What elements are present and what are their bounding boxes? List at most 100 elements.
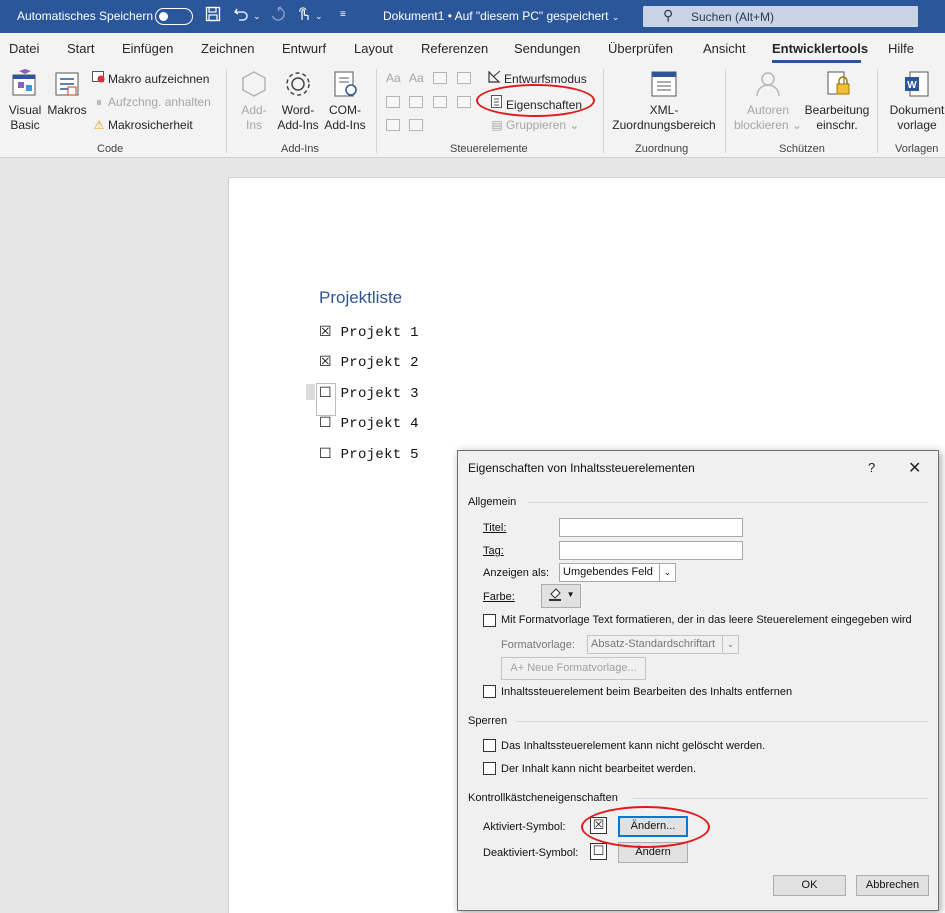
block-authors-icon [753,69,783,99]
macro-security-button[interactable]: ⚠ Makrosicherheit [92,118,193,132]
com-addins-icon [330,69,360,99]
titel-input[interactable] [559,518,743,537]
tab-entwurf[interactable]: Entwurf [282,41,326,56]
autosave-toggle[interactable] [155,8,193,25]
formatvorlage-checkbox[interactable] [483,614,496,627]
list-item-label: Projekt 5 [340,447,419,463]
formatvorlage-label: Formatvorlage: [501,639,575,651]
help-button[interactable]: ? [868,460,875,475]
group-label-vorlagen: Vorlagen [895,143,939,155]
ok-button[interactable]: OK [773,875,846,896]
document-template-button[interactable]: W Dokument vorlage [884,69,945,133]
anzeigen-als-label: Anzeigen als: [483,567,550,579]
warning-icon: ⚠ [93,118,105,132]
tab-einfuegen[interactable]: Einfügen [122,41,173,56]
legacy-tools-icon[interactable] [409,119,423,131]
anzeigen-als-select[interactable]: Umgebendes Feld ⌄ [559,563,676,582]
neue-formatvorlage-button: A+ Neue Formatvorlage... [501,657,646,680]
unchecked-symbol-preview: ☐ [590,843,607,860]
ribbon: Visual Basic Makros Makro aufzeichnen ⏸ A… [0,63,945,158]
save-icon[interactable] [205,6,221,26]
document-title[interactable]: Dokument1 • Auf "diesem PC" gespeichert … [383,9,619,23]
undo-dropdown-icon[interactable]: ⌄ [253,11,261,22]
checkbox-symbol[interactable]: ☐ [319,416,332,432]
formatvorlage-checkbox-label: Mit Formatvorlage Text formatieren, der … [501,614,912,626]
pause-recording-label: Aufzchng. anhalten [108,95,211,109]
word-addins-label-2: Add-Ins [277,118,319,132]
picture-control-icon[interactable] [433,72,447,84]
macro-security-label: Makrosicherheit [108,118,193,132]
tab-entwicklertools[interactable]: Entwicklertools [772,41,868,56]
list-item: ☐ Projekt 5 [319,446,419,463]
tag-input[interactable] [559,541,743,560]
checkbox-control-icon[interactable] [386,96,400,108]
xml-label-2: Zuordnungsbereich [612,118,716,132]
checkbox-symbol[interactable]: ☒ [319,355,332,371]
checkbox-symbol[interactable]: ☒ [319,325,332,341]
tab-datei[interactable]: Datei [9,41,39,56]
plain-text-control-icon[interactable]: Aa [409,71,424,85]
document-heading[interactable]: Projektliste [319,288,402,308]
group-separator [603,69,604,153]
word-addins-button[interactable]: Word- Add-Ins [276,69,320,133]
checkbox-symbol[interactable]: ☐ [319,386,332,402]
tab-ueberpruefen[interactable]: Überprüfen [608,41,673,56]
not-editable-checkbox[interactable] [483,762,496,775]
entfernen-checkbox[interactable] [483,685,496,698]
not-editable-label: Der Inhalt kann nicht bearbeitet werden. [501,763,697,775]
document-title-text: Dokument1 • Auf "diesem PC" gespeichert [383,9,609,23]
content-control-handle[interactable] [306,384,315,400]
tab-zeichnen[interactable]: Zeichnen [201,41,254,56]
block-authors-label-2: blockieren [733,118,789,132]
tab-hilfe[interactable]: Hilfe [888,41,914,56]
xml-mapping-button[interactable]: XML- Zuordnungsbereich [610,69,718,133]
toggle-knob [159,11,168,21]
tab-start[interactable]: Start [67,41,94,56]
deaktiviert-label: Deaktiviert-Symbol: [483,847,579,859]
repeating-section-control-icon[interactable] [386,119,400,131]
add-ins-label-2: Ins [245,118,262,132]
not-deletable-checkbox[interactable] [483,739,496,752]
rich-text-control-icon[interactable]: Aa [386,71,401,85]
com-addins-button[interactable]: COM- Add-Ins [322,69,368,133]
group-label-zuordnung: Zuordnung [635,143,689,155]
makros-button[interactable]: Makros [46,69,88,118]
color-picker-button[interactable]: ▼ [541,584,581,608]
tab-sendungen[interactable]: Sendungen [514,41,581,56]
color-dropdown-icon: ▼ [566,590,575,599]
undo-icon[interactable] [233,6,249,26]
search-box[interactable]: ⚲ Suchen (Alt+M) [643,6,918,27]
chevron-down-icon: ⌄ [659,564,675,581]
redo-icon[interactable] [270,6,286,26]
building-block-control-icon[interactable] [457,72,471,84]
record-macro-button[interactable]: Makro aufzeichnen [92,71,209,86]
checkbox-symbol[interactable]: ☐ [319,447,332,463]
list-item: ☐ Projekt 4 [319,415,419,432]
tab-layout[interactable]: Layout [354,41,393,56]
add-ins-button: Add- Ins [236,69,272,133]
visual-basic-button[interactable]: Visual Basic [4,69,46,133]
pause-recording-button: ⏸ Aufzchng. anhalten [92,95,211,110]
aktiviert-label: Aktiviert-Symbol: [483,821,566,833]
touch-mode-icon[interactable] [296,6,312,26]
close-icon[interactable]: ✕ [908,458,921,478]
doc-title-chevron-icon: ⌄ [611,12,620,22]
touch-dropdown-icon[interactable]: ⌄ [315,11,323,22]
tab-ansicht[interactable]: Ansicht [703,41,746,56]
date-picker-control-icon[interactable] [457,96,471,108]
section-divider [633,798,928,799]
restrict-editing-button[interactable]: Bearbeitung einschr. [804,69,870,133]
section-kontrollkaestchen: Kontrollkästcheneigenschaften [468,792,618,804]
formatvorlage-value: Absatz-Standardschriftart [591,638,716,650]
combobox-control-icon[interactable] [409,96,423,108]
word-template-icon: W [902,69,932,99]
customize-qat-icon[interactable]: ≡ [340,9,346,20]
group-icon: ▤ [491,118,503,132]
section-allgemein: Allgemein [468,496,517,508]
tag-label: Tag: [483,545,504,557]
word-addins-label-1: Word- [281,103,315,117]
tab-referenzen[interactable]: Referenzen [421,41,488,56]
list-item: ☒ Projekt 2 [319,354,419,371]
cancel-button[interactable]: Abbrechen [856,875,929,896]
dropdown-control-icon[interactable] [433,96,447,108]
